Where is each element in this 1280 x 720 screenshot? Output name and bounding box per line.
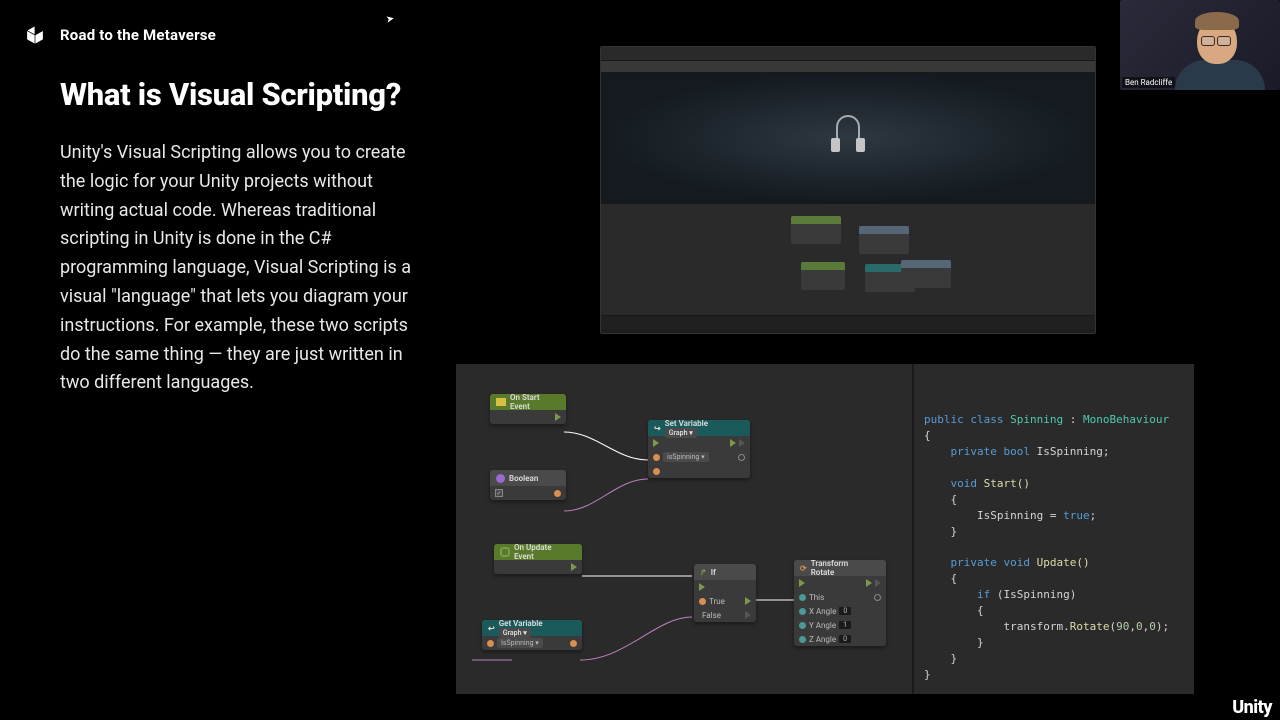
port-z[interactable] xyxy=(799,636,806,643)
port-name[interactable] xyxy=(487,640,494,647)
branch-icon: ↱ xyxy=(700,568,707,577)
setvar-icon: ↪ xyxy=(654,424,661,433)
cursor-icon: ➤ xyxy=(385,13,395,25)
port-y[interactable] xyxy=(799,622,806,629)
unity-cube-icon xyxy=(24,24,46,46)
z-value[interactable]: 0 xyxy=(839,635,851,643)
flow-in[interactable] xyxy=(653,439,659,447)
editor-menubar xyxy=(601,61,1095,73)
flow-in[interactable] xyxy=(699,583,705,591)
slide-content: What is Visual Scripting? Unity's Visual… xyxy=(0,56,460,398)
editor-viewport xyxy=(601,73,1095,203)
slide-body: Unity's Visual Scripting allows you to c… xyxy=(60,139,420,398)
node-set-variable[interactable]: ↪Set VariableGraph ▾ isSpinning ▾ xyxy=(648,420,750,478)
code-panel: public class Spinning : MonoBehaviour { … xyxy=(912,364,1194,694)
scope-dropdown[interactable]: Graph ▾ xyxy=(665,428,697,438)
editor-statusbar xyxy=(601,315,1095,329)
checkbox-icon[interactable]: ✓ xyxy=(495,489,503,497)
x-value[interactable]: 0 xyxy=(839,607,851,615)
flow-in[interactable] xyxy=(799,579,805,587)
port-out[interactable] xyxy=(554,490,561,497)
port-value[interactable] xyxy=(653,468,660,475)
node-transform-rotate[interactable]: ⟳TransformRotate This X Angle0 Y Angle1 … xyxy=(794,560,886,646)
y-value[interactable]: 1 xyxy=(839,621,851,629)
unity-logo: Unity xyxy=(1232,697,1272,718)
node-on-start[interactable]: On StartEvent xyxy=(490,394,566,424)
visual-script-panel: On StartEvent Boolean ✓ ↪Set VariableGra… xyxy=(456,364,912,694)
getvar-icon: ↩ xyxy=(488,624,495,633)
webcam-overlay: Ben Radcliffe xyxy=(1120,0,1280,90)
rotate-icon: ⟳ xyxy=(800,564,807,573)
flag-icon xyxy=(496,398,506,406)
node-on-update[interactable]: On UpdateEvent xyxy=(494,544,582,574)
port-x[interactable] xyxy=(799,608,806,615)
flow-out[interactable] xyxy=(866,579,872,587)
bool-icon xyxy=(496,474,505,483)
presenter-name: Ben Radcliffe xyxy=(1122,77,1175,88)
comparison-panel: On StartEvent Boolean ✓ ↪Set VariableGra… xyxy=(456,364,1194,694)
editor-graph-pane xyxy=(601,203,1095,315)
editor-thumbnail xyxy=(600,46,1096,334)
flow-out[interactable] xyxy=(730,439,736,447)
loop-icon xyxy=(500,547,510,557)
node-get-variable[interactable]: ↩Get VariableGraph ▾ IsSpinning ▾ xyxy=(482,620,582,650)
flow-true[interactable] xyxy=(745,597,751,605)
editor-titlebar xyxy=(601,47,1095,61)
scope-dropdown[interactable]: Graph ▾ xyxy=(499,628,531,638)
port-out[interactable] xyxy=(738,454,745,461)
node-if[interactable]: ↱If True False xyxy=(694,564,756,622)
header-title: Road to the Metaverse xyxy=(60,26,216,44)
headset-model xyxy=(832,118,864,158)
node-boolean[interactable]: Boolean ✓ xyxy=(490,470,566,500)
port-cond[interactable] xyxy=(699,598,706,605)
port-out[interactable] xyxy=(570,640,577,647)
slide-title: What is Visual Scripting? xyxy=(60,76,420,113)
flow-false[interactable] xyxy=(745,611,751,619)
var-dropdown[interactable]: isSpinning ▾ xyxy=(663,452,709,462)
port-this[interactable] xyxy=(799,594,806,601)
port-name[interactable] xyxy=(653,454,660,461)
var-dropdown[interactable]: IsSpinning ▾ xyxy=(497,638,543,648)
